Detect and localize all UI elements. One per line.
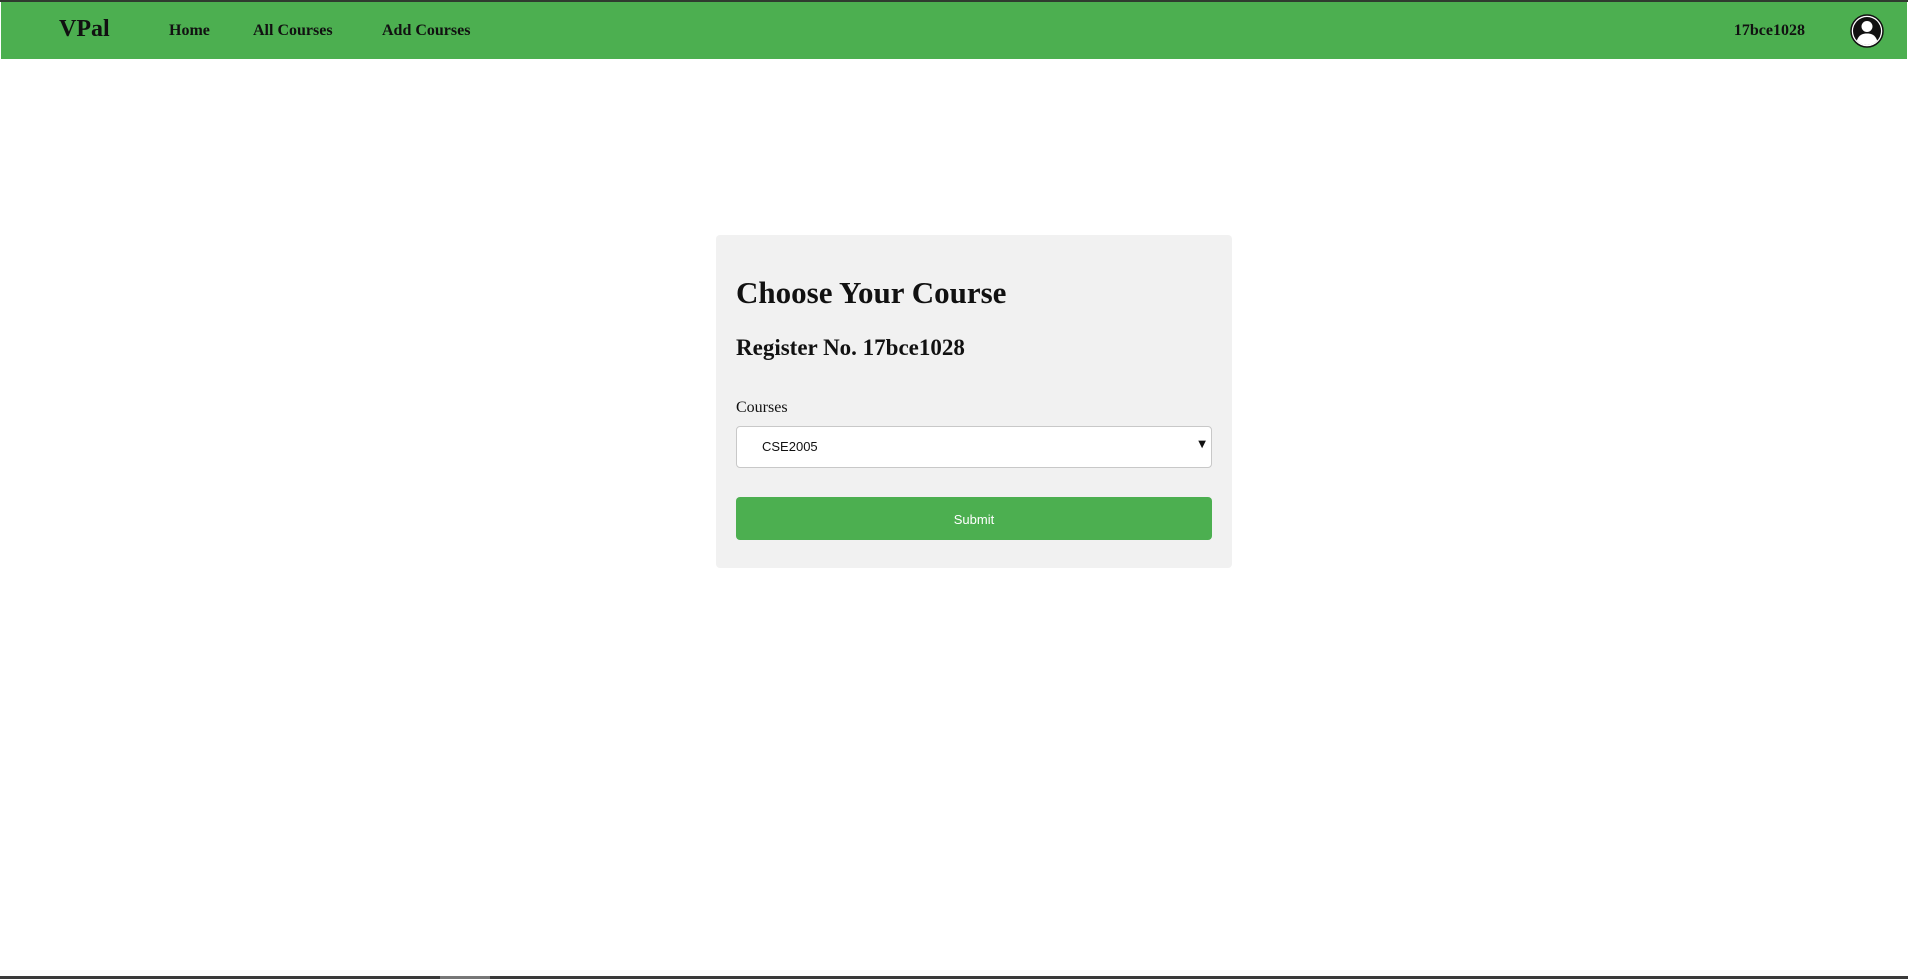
register-number-heading: Register No. 17bce1028 bbox=[736, 335, 965, 360]
courses-select-value: CSE2005 bbox=[762, 439, 818, 454]
username-label[interactable]: 17bce1028 bbox=[1734, 23, 1805, 39]
navbar: VPal Home All Courses Add Courses 17bce1… bbox=[1, 2, 1907, 59]
courses-label: Courses bbox=[736, 399, 788, 416]
caret-down-icon: ▼ bbox=[1198, 439, 1206, 450]
courses-select[interactable]: CSE2005 ▼ bbox=[736, 426, 1212, 468]
user-circle-icon[interactable] bbox=[1850, 14, 1884, 48]
nav-link-all-courses[interactable]: All Courses bbox=[253, 23, 333, 39]
submit-button[interactable]: Submit bbox=[736, 497, 1212, 540]
course-selection-card: Choose Your Course Register No. 17bce102… bbox=[716, 235, 1232, 568]
nav-link-add-courses[interactable]: Add Courses bbox=[382, 23, 470, 39]
page-title: Choose Your Course bbox=[736, 275, 1007, 310]
nav-link-home[interactable]: Home bbox=[169, 23, 210, 39]
brand-logo[interactable]: VPal bbox=[59, 17, 110, 41]
